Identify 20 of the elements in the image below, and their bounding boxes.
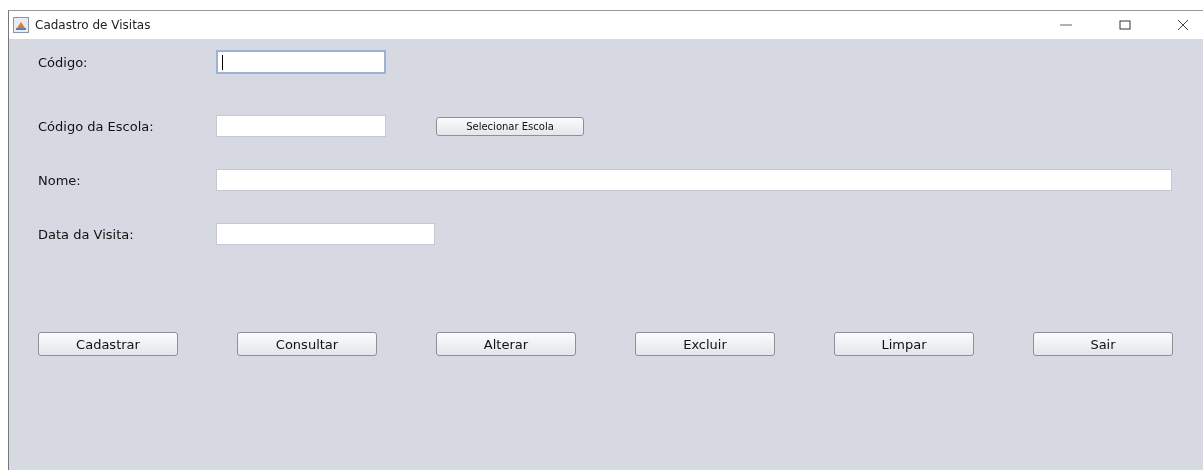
field-label: Código: <box>38 54 89 70</box>
app-icon <box>13 17 29 33</box>
action-button[interactable]: Sair <box>1033 332 1173 356</box>
input-field[interactable] <box>216 169 1172 191</box>
close-icon[interactable] <box>1177 19 1189 31</box>
action-button[interactable]: Cadastrar <box>38 332 178 356</box>
action-button[interactable]: Limpar <box>834 332 974 356</box>
action-button[interactable]: Consultar <box>237 332 377 356</box>
field-label: Nome: <box>38 172 82 188</box>
maximize-icon[interactable] <box>1119 19 1131 31</box>
field-label: Data da Visita: <box>38 226 135 242</box>
action-button[interactable]: Alterar <box>436 332 576 356</box>
action-button[interactable]: Excluir <box>635 332 775 356</box>
input-field[interactable] <box>216 223 435 245</box>
field-label: Código da Escola: <box>38 118 155 134</box>
input-field[interactable] <box>216 50 386 74</box>
select-button[interactable]: Selecionar Escola <box>436 116 584 136</box>
window-title: Cadastro de Visitas <box>35 18 151 32</box>
input-field[interactable] <box>216 115 386 137</box>
text-caret <box>222 54 223 70</box>
